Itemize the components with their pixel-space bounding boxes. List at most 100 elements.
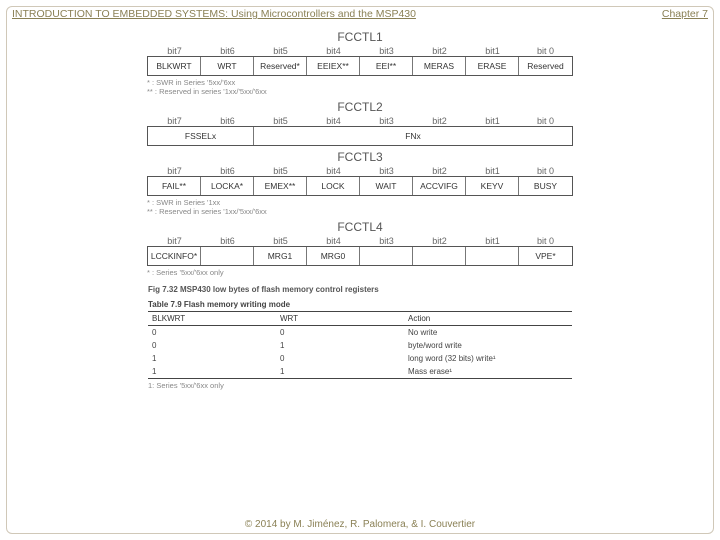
table-note: 1: Series '5xx/'6xx only [148, 381, 572, 390]
register-field-row: LCCKINFO* MRG1MRG0 VPE* [147, 246, 573, 266]
register-field [413, 247, 466, 265]
note-line: ** : Reserved in series '1xx/'5xx/'6xx [147, 207, 571, 216]
bit-label: bit 0 [519, 236, 572, 246]
bit-label: bit3 [360, 166, 413, 176]
register-field: MRG1 [254, 247, 307, 265]
bit-label: bit4 [307, 46, 360, 56]
register-field-row: BLKWRTWRTReserved*EEIEX**EEI**MERASERASE… [147, 56, 573, 76]
table-cell: long word (32 bits) write¹ [404, 352, 572, 365]
register-field: WRT [201, 57, 254, 75]
bit-label: bit 0 [519, 166, 572, 176]
register-field [201, 247, 254, 265]
table-header-row: BLKWRT WRT Action [148, 311, 572, 326]
bit-label: bit4 [307, 236, 360, 246]
register-title: FCCTL1 [147, 30, 573, 44]
table-header: Action [404, 312, 572, 325]
note-line: * : SWR in Series '5xx/'6xx [147, 78, 571, 87]
book-title: INTRODUCTION TO EMBEDDED SYSTEMS: Using … [12, 8, 416, 20]
register-block: FCCTL1bit7bit6bit5bit4bit3bit2bit1bit 0B… [147, 30, 573, 96]
register-field: KEYV [466, 177, 519, 195]
table-header: WRT [276, 312, 404, 325]
register-field: ACCVIFG [413, 177, 466, 195]
register-title: FCCTL4 [147, 220, 573, 234]
register-notes: * : SWR in Series '1xx** : Reserved in s… [147, 198, 571, 216]
table-row: 01byte/word write [148, 339, 572, 352]
bit-label-row: bit7bit6bit5bit4bit3bit2bit1bit 0 [147, 46, 573, 56]
register-field [466, 247, 519, 265]
register-field: BUSY [519, 177, 572, 195]
note-line: * : Series '5xx/'6xx only [147, 268, 571, 277]
bit-label: bit7 [148, 116, 201, 126]
bit-label: bit6 [201, 116, 254, 126]
table-caption: Table 7.9 Flash memory writing mode [148, 300, 572, 309]
content: FCCTL1bit7bit6bit5bit4bit3bit2bit1bit 0B… [0, 26, 720, 508]
bit-label-row: bit7bit6bit5bit4bit3bit2bit1bit 0 [147, 166, 573, 176]
register-field-row: FSSELxFNx [147, 126, 573, 146]
bit-label: bit1 [466, 166, 519, 176]
register-block: FCCTL4bit7bit6bit5bit4bit3bit2bit1bit 0L… [147, 220, 573, 277]
writing-mode-table: BLKWRT WRT Action 00No write01byte/word … [148, 311, 572, 390]
bit-label: bit 0 [519, 116, 572, 126]
register-field: WAIT [360, 177, 413, 195]
bit-label: bit6 [201, 166, 254, 176]
table-cell: 1 [148, 352, 276, 365]
register-notes: * : Series '5xx/'6xx only [147, 268, 571, 277]
bit-label: bit3 [360, 46, 413, 56]
table-cell: 0 [148, 339, 276, 352]
table-row: 10long word (32 bits) write¹ [148, 352, 572, 365]
bit-label: bit1 [466, 46, 519, 56]
bit-label: bit7 [148, 166, 201, 176]
table-cell: No write [404, 326, 572, 339]
table-cell: 0 [276, 352, 404, 365]
register-field [360, 247, 413, 265]
register-notes: * : SWR in Series '5xx/'6xx** : Reserved… [147, 78, 571, 96]
table-cell: 0 [148, 326, 276, 339]
bit-label: bit2 [413, 46, 466, 56]
register-field: EEI** [360, 57, 413, 75]
bit-label: bit6 [201, 46, 254, 56]
note-line: ** : Reserved in series '1xx/'5xx/'6xx [147, 87, 571, 96]
bit-label: bit4 [307, 116, 360, 126]
bit-label: bit2 [413, 166, 466, 176]
bit-label: bit 0 [519, 46, 572, 56]
bit-label: bit7 [148, 46, 201, 56]
register-field: FSSELx [148, 127, 254, 145]
bit-label: bit5 [254, 46, 307, 56]
register-title: FCCTL3 [147, 150, 573, 164]
bit-label: bit5 [254, 236, 307, 246]
table-cell: Mass erase¹ [404, 365, 572, 378]
register-field: FAIL** [148, 177, 201, 195]
register-field: MRG0 [307, 247, 360, 265]
bit-label: bit5 [254, 116, 307, 126]
bit-label: bit1 [466, 236, 519, 246]
bit-label: bit2 [413, 116, 466, 126]
table-cell: 1 [276, 339, 404, 352]
table-header: BLKWRT [148, 312, 276, 325]
header: INTRODUCTION TO EMBEDDED SYSTEMS: Using … [12, 8, 708, 20]
table-cell: 1 [276, 365, 404, 378]
register-field: BLKWRT [148, 57, 201, 75]
table-cell: byte/word write [404, 339, 572, 352]
register-field: LOCKA* [201, 177, 254, 195]
bit-label: bit1 [466, 116, 519, 126]
register-field: VPE* [519, 247, 572, 265]
register-field: LCCKINFO* [148, 247, 201, 265]
register-title: FCCTL2 [147, 100, 573, 114]
register-field: Reserved* [254, 57, 307, 75]
chapter-label: Chapter 7 [662, 8, 708, 20]
bit-label-row: bit7bit6bit5bit4bit3bit2bit1bit 0 [147, 116, 573, 126]
bit-label: bit3 [360, 236, 413, 246]
bit-label: bit7 [148, 236, 201, 246]
register-field: EEIEX** [307, 57, 360, 75]
register-field: LOCK [307, 177, 360, 195]
register-field: EMEX** [254, 177, 307, 195]
table-cell: 1 [148, 365, 276, 378]
register-field: MERAS [413, 57, 466, 75]
bit-label: bit4 [307, 166, 360, 176]
bit-label: bit3 [360, 116, 413, 126]
table-cell: 0 [276, 326, 404, 339]
register-field: Reserved [519, 57, 572, 75]
footer-copyright: © 2014 by M. Jiménez, R. Palomera, & I. … [0, 519, 720, 530]
register-field-row: FAIL**LOCKA*EMEX**LOCKWAITACCVIFGKEYVBUS… [147, 176, 573, 196]
figure-caption: Fig 7.32 MSP430 low bytes of flash memor… [148, 285, 572, 294]
